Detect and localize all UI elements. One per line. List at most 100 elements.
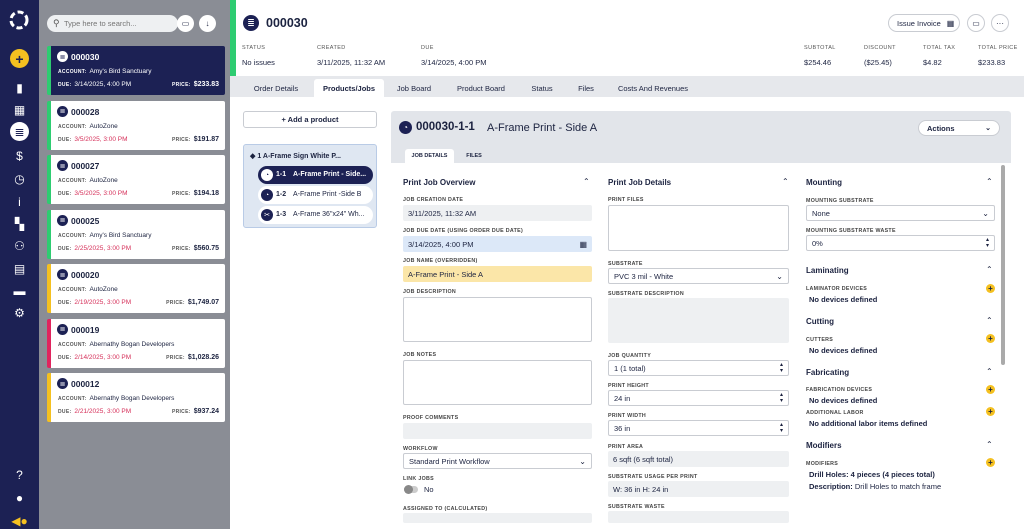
modifier-description: Description: Drill Holes to match frame <box>809 482 942 491</box>
product-item[interactable]: ◔ 1-2 A-Frame Print -Side B <box>258 186 373 204</box>
order-price: PRICE: $1,028.26 <box>166 353 219 361</box>
stepper-icon[interactable]: ▴ ▾ <box>780 422 783 434</box>
stepper-icon[interactable]: ▴ ▾ <box>780 392 783 404</box>
chevron-up-icon[interactable]: ⌃ <box>583 177 590 186</box>
dollar-icon[interactable]: $ <box>10 146 29 165</box>
search-box[interactable]: ⚲ <box>47 15 178 32</box>
tab-status[interactable]: Status <box>524 79 560 97</box>
creation-date-field: 3/11/2025, 11:32 AM <box>403 205 592 221</box>
toggle-icon[interactable]: ◀● <box>10 511 29 529</box>
subtab-job-details[interactable]: JOB DETAILS <box>405 149 454 163</box>
order-number: 000028 <box>71 106 100 117</box>
user-icon[interactable]: ● <box>10 488 29 507</box>
job-name-field[interactable]: A-Frame Print - Side A <box>403 266 592 282</box>
job-notes-field[interactable] <box>403 360 592 405</box>
order-card[interactable]: ≣ 000028 ACCOUNT: AutoZone DUE: 3/5/2025, 3:0… <box>47 100 225 150</box>
add-cutter-icon[interactable]: + <box>986 334 995 343</box>
chevron-up-icon[interactable]: ⌃ <box>782 177 789 186</box>
print-files-dropzone[interactable] <box>608 205 789 251</box>
tab-job-board[interactable]: Job Board <box>388 79 440 97</box>
calendar-icon[interactable]: ▦ <box>579 240 587 249</box>
order-due: DUE: 2/21/2025, 3:00 PM <box>58 408 132 415</box>
chevron-down-icon: ⌄ <box>985 125 991 132</box>
quantity-stepper[interactable]: 1 (1 total) ▴ ▾ <box>608 360 789 376</box>
print-height-stepper[interactable]: 24 in ▴ ▾ <box>608 390 789 406</box>
order-card[interactable]: ≣ 000019 ACCOUNT: Abernathy Bogan Developer… <box>47 318 225 368</box>
mounting-waste-stepper[interactable]: 0% ▴ ▾ <box>806 235 995 251</box>
order-card[interactable]: ≣ 000030 ACCOUNT: Amy's Bird Sanctuary DUE: 3… <box>47 46 225 95</box>
grid-icon[interactable]: ▚ <box>10 214 29 233</box>
workflow-select[interactable]: Standard Print Workflow ⌄ <box>403 453 592 469</box>
link-jobs-toggle[interactable] <box>404 485 418 494</box>
chevron-up-icon[interactable]: ⌃ <box>986 177 993 186</box>
chevron-up-icon[interactable]: ⌃ <box>986 316 993 325</box>
add-laminator-icon[interactable]: + <box>986 284 995 293</box>
order-account: ACCOUNT: AutoZone <box>58 122 118 130</box>
tab-products-jobs[interactable]: Products/Jobs <box>314 79 384 97</box>
clock-icon[interactable]: ◷ <box>10 169 29 188</box>
subtab-files[interactable]: FILES <box>459 149 489 163</box>
actions-dropdown[interactable]: Actions ⌄ <box>918 120 1000 136</box>
scrollbar-thumb[interactable] <box>1001 165 1005 365</box>
create-plus-icon[interactable]: + <box>10 49 29 68</box>
inbox-icon[interactable]: ▬ <box>10 281 29 300</box>
order-due: DUE: 3/14/2025, 4:00 PM <box>58 81 132 88</box>
order-number: 000012 <box>71 379 100 389</box>
app-logo-icon[interactable] <box>8 9 30 31</box>
job-description-field[interactable] <box>403 297 592 342</box>
substrate-select[interactable]: PVC 3 mil - White ⌄ <box>608 268 789 284</box>
tab-product-board[interactable]: Product Board <box>446 79 516 97</box>
calendar-icon[interactable]: ▦ <box>10 100 29 119</box>
clipboard-icon[interactable]: ▤ <box>10 259 29 278</box>
order-card[interactable]: ≣ 000012 ACCOUNT: Abernathy Bogan Developer… <box>47 373 225 422</box>
order-due: DUE: 2/19/2025, 3:00 PM <box>58 299 132 306</box>
search-input[interactable] <box>64 17 174 30</box>
print-area-field: 6 sqft (6 sqft total) <box>608 451 789 467</box>
order-number: 000030 <box>71 52 100 62</box>
due-date-field[interactable]: 3/14/2025, 4:00 PM ▦ <box>403 236 592 252</box>
order-card[interactable]: ≣ 000020 ACCOUNT: AutoZone DUE: 2/19/2025, 3:… <box>47 264 225 313</box>
order-icon: ≣ <box>57 214 68 226</box>
stepper-icon[interactable]: ▴ ▾ <box>986 237 989 249</box>
more-icon[interactable]: ··· <box>991 14 1009 32</box>
stepper-icon[interactable]: ▴ ▾ <box>780 362 783 374</box>
orders-icon[interactable]: ≣ <box>10 122 29 141</box>
order-icon: ≣ <box>57 105 68 117</box>
tab-order-details[interactable]: Order Details <box>242 79 310 97</box>
help-icon[interactable]: ? <box>10 465 29 484</box>
search-icon: ⚲ <box>53 18 60 28</box>
product-item-selected[interactable]: ◔ 1-1 A-Frame Print - Side... <box>258 166 373 184</box>
folder-filter-icon[interactable]: ▭ <box>177 15 194 32</box>
chevron-up-icon[interactable]: ⌃ <box>986 367 993 376</box>
gear-icon[interactable]: ⚙ <box>10 303 29 322</box>
creation-date-label: JOB CREATION DATE <box>403 197 464 203</box>
issue-invoice-button[interactable]: Issue Invoice ▦ <box>888 14 960 32</box>
add-labor-icon[interactable]: + <box>986 407 995 416</box>
tab-costs-revenues[interactable]: Costs And Revenues <box>612 79 694 97</box>
status-strip <box>230 0 236 76</box>
tab-files[interactable]: Files <box>570 79 602 97</box>
print-width-stepper[interactable]: 36 in ▴ ▾ <box>608 420 789 436</box>
card-icon[interactable]: ▭ <box>967 14 985 32</box>
users-icon[interactable]: ⚇ <box>10 236 29 255</box>
pie-icon: ◔ <box>399 121 412 134</box>
chevron-down-icon: ⌄ <box>579 456 586 466</box>
info-icon[interactable]: i <box>10 192 29 211</box>
chevron-up-icon[interactable]: ⌃ <box>986 265 993 274</box>
add-fabrication-icon[interactable]: + <box>986 385 995 394</box>
chevron-up-icon[interactable]: ⌃ <box>986 440 993 449</box>
product-item[interactable]: ✂ 1-3 A-Frame 36"x24" Wh... <box>258 206 373 224</box>
order-card[interactable]: ≣ 000027 ACCOUNT: AutoZone DUE: 3/5/2025, 3:0… <box>47 155 225 204</box>
discount-value: ($25.45) <box>864 58 892 67</box>
order-number: 000027 <box>71 161 100 171</box>
mounting-substrate-select[interactable]: None ⌄ <box>806 205 995 221</box>
created-value: 3/11/2025, 11:32 AM <box>317 58 386 67</box>
order-card[interactable]: ≣ 000025 ACCOUNT: Amy's Bird Sanctuary DUE: 2… <box>47 209 225 259</box>
product-group[interactable]: ◆ 1 A-Frame Sign White P... <box>250 152 341 160</box>
add-product-button[interactable]: + Add a product <box>243 111 377 128</box>
job-name-title: A-Frame Print - Side A <box>487 122 598 134</box>
chart-icon[interactable]: ▮ <box>10 78 29 97</box>
pie-icon: ◔ <box>261 169 273 181</box>
add-modifier-icon[interactable]: + <box>986 458 995 467</box>
sort-down-icon[interactable]: ↓ <box>199 15 216 32</box>
